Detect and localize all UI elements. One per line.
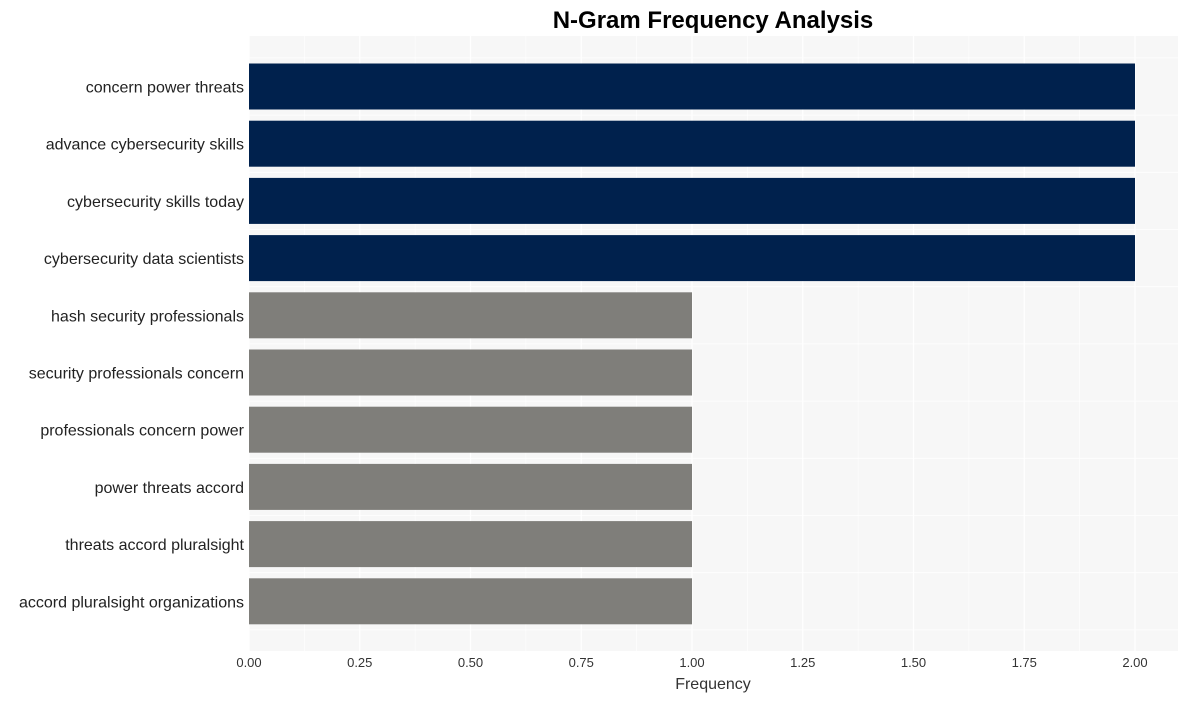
y-tick-label: cybersecurity data scientists	[44, 251, 244, 268]
bar	[249, 63, 1135, 110]
y-tick-label: security professionals concern	[29, 366, 244, 383]
bar	[249, 406, 692, 453]
y-tick-label: cybersecurity skills today	[67, 194, 244, 211]
x-tick-label: 0.75	[569, 655, 594, 670]
x-tick-label: 1.75	[1012, 655, 1037, 670]
bar	[249, 177, 1135, 224]
y-tick-label: professionals concern power	[40, 423, 244, 440]
bar	[249, 120, 1135, 167]
x-tick-label: 1.25	[790, 655, 815, 670]
bar	[249, 292, 692, 339]
bar	[249, 349, 692, 396]
x-tick-label: 1.00	[679, 655, 704, 670]
y-tick-label: advance cybersecurity skills	[46, 137, 244, 154]
bar	[249, 578, 692, 625]
bar	[249, 463, 692, 510]
y-tick-label: accord pluralsight organizations	[19, 594, 244, 611]
x-tick-label: 0.00	[236, 655, 261, 670]
y-tick-label: concern power threats	[86, 80, 244, 97]
ngram-bar-chart: concern power threats advance cybersecuri…	[19, 7, 1178, 693]
bar	[249, 235, 1135, 282]
x-tick-label: 0.50	[458, 655, 483, 670]
bar	[249, 521, 692, 568]
chart-title: N-Gram Frequency Analysis	[553, 7, 874, 34]
x-axis-label: Frequency	[675, 676, 751, 693]
x-tick-label: 0.25	[347, 655, 372, 670]
y-tick-label: hash security professionals	[51, 308, 244, 325]
y-axis-labels: concern power threats advance cybersecuri…	[19, 80, 245, 612]
x-axis-ticks: 0.00 0.25 0.50 0.75 1.00 1.25 1.50 1.75 2.00	[236, 655, 1147, 670]
x-tick-label: 1.50	[901, 655, 926, 670]
y-tick-label: power threats accord	[95, 480, 244, 497]
x-tick-label: 2.00	[1122, 655, 1147, 670]
y-tick-label: threats accord pluralsight	[65, 537, 244, 554]
